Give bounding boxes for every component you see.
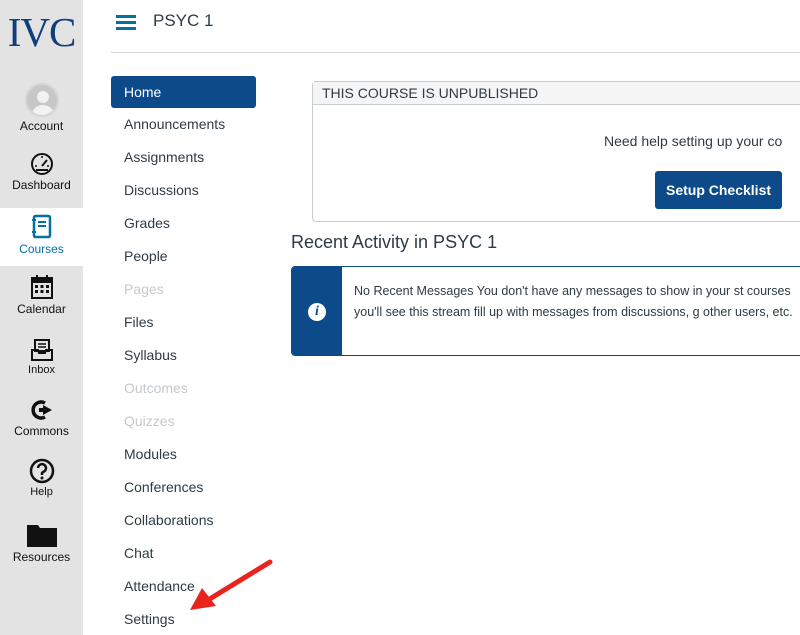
dashboard-gauge-icon: [30, 153, 53, 175]
course-nav-people[interactable]: People: [111, 240, 256, 273]
unpublished-panel: THIS COURSE IS UNPUBLISHED Need help set…: [312, 81, 800, 222]
course-nav-modules[interactable]: Modules: [111, 438, 256, 471]
commons-icon: [30, 400, 52, 420]
course-nav-pages[interactable]: Pages: [111, 273, 256, 306]
alert-icon-column: i: [292, 267, 342, 355]
global-nav-courses[interactable]: Courses: [0, 208, 83, 266]
global-nav-commons[interactable]: Commons: [0, 398, 83, 448]
global-nav-label: Help: [30, 486, 53, 498]
global-nav-account[interactable]: Account: [0, 83, 83, 139]
course-nav-syllabus[interactable]: Syllabus: [111, 339, 256, 372]
global-nav-label: Resources: [12, 550, 71, 564]
ivc-logo[interactable]: IVC: [0, 8, 83, 56]
no-messages-alert: i No Recent Messages You don't have any …: [291, 266, 800, 356]
course-nav-outcomes[interactable]: Outcomes: [111, 372, 256, 405]
global-nav-label: Account: [19, 119, 64, 133]
global-nav-help[interactable]: Help: [0, 458, 83, 510]
help-icon: [29, 458, 54, 484]
global-nav-resources[interactable]: Resources: [0, 522, 83, 572]
course-nav-conferences[interactable]: Conferences: [111, 471, 256, 504]
global-nav: IVC Account Dashboard Courses Calendar I…: [0, 0, 83, 635]
inbox-icon: [30, 339, 53, 361]
setup-checklist-button[interactable]: Setup Checklist: [655, 171, 782, 209]
breadcrumb-course-title[interactable]: PSYC 1: [153, 11, 213, 31]
annotation-arrow-icon: [190, 559, 273, 610]
global-nav-label: Commons: [14, 424, 69, 438]
hamburger-menu-icon[interactable]: [116, 15, 136, 31]
course-nav-collaborations[interactable]: Collaborations: [111, 504, 256, 537]
unpublished-heading: THIS COURSE IS UNPUBLISHED: [313, 82, 800, 105]
recent-activity-title: Recent Activity in PSYC 1: [291, 232, 498, 252]
global-nav-label: Calendar: [17, 302, 66, 316]
course-nav-quizzes[interactable]: Quizzes: [111, 405, 256, 438]
global-nav-label: Courses: [19, 242, 64, 256]
info-icon: i: [308, 303, 326, 321]
account-avatar-icon: [24, 83, 59, 117]
course-nav-grades[interactable]: Grades: [111, 207, 256, 240]
folder-icon: [26, 525, 57, 547]
alert-message: No Recent Messages You don't have any me…: [354, 284, 793, 319]
global-nav-label: Dashboard: [12, 178, 71, 192]
course-nav-announcements[interactable]: Announcements: [111, 108, 256, 141]
setup-help-text: Need help setting up your co: [604, 133, 783, 149]
course-nav-discussions[interactable]: Discussions: [111, 174, 256, 207]
course-nav-home[interactable]: Home: [111, 76, 256, 108]
header-divider: [111, 52, 800, 53]
course-nav-assignments[interactable]: Assignments: [111, 141, 256, 174]
course-nav: Home Announcements Assignments Discussio…: [111, 76, 256, 635]
course-nav-files[interactable]: Files: [111, 306, 256, 339]
courses-book-icon: [31, 214, 51, 239]
global-nav-label: Inbox: [28, 364, 55, 376]
global-nav-dashboard[interactable]: Dashboard: [0, 150, 83, 202]
global-nav-inbox[interactable]: Inbox: [0, 338, 83, 388]
calendar-icon: [30, 275, 53, 299]
global-nav-calendar[interactable]: Calendar: [0, 274, 83, 326]
